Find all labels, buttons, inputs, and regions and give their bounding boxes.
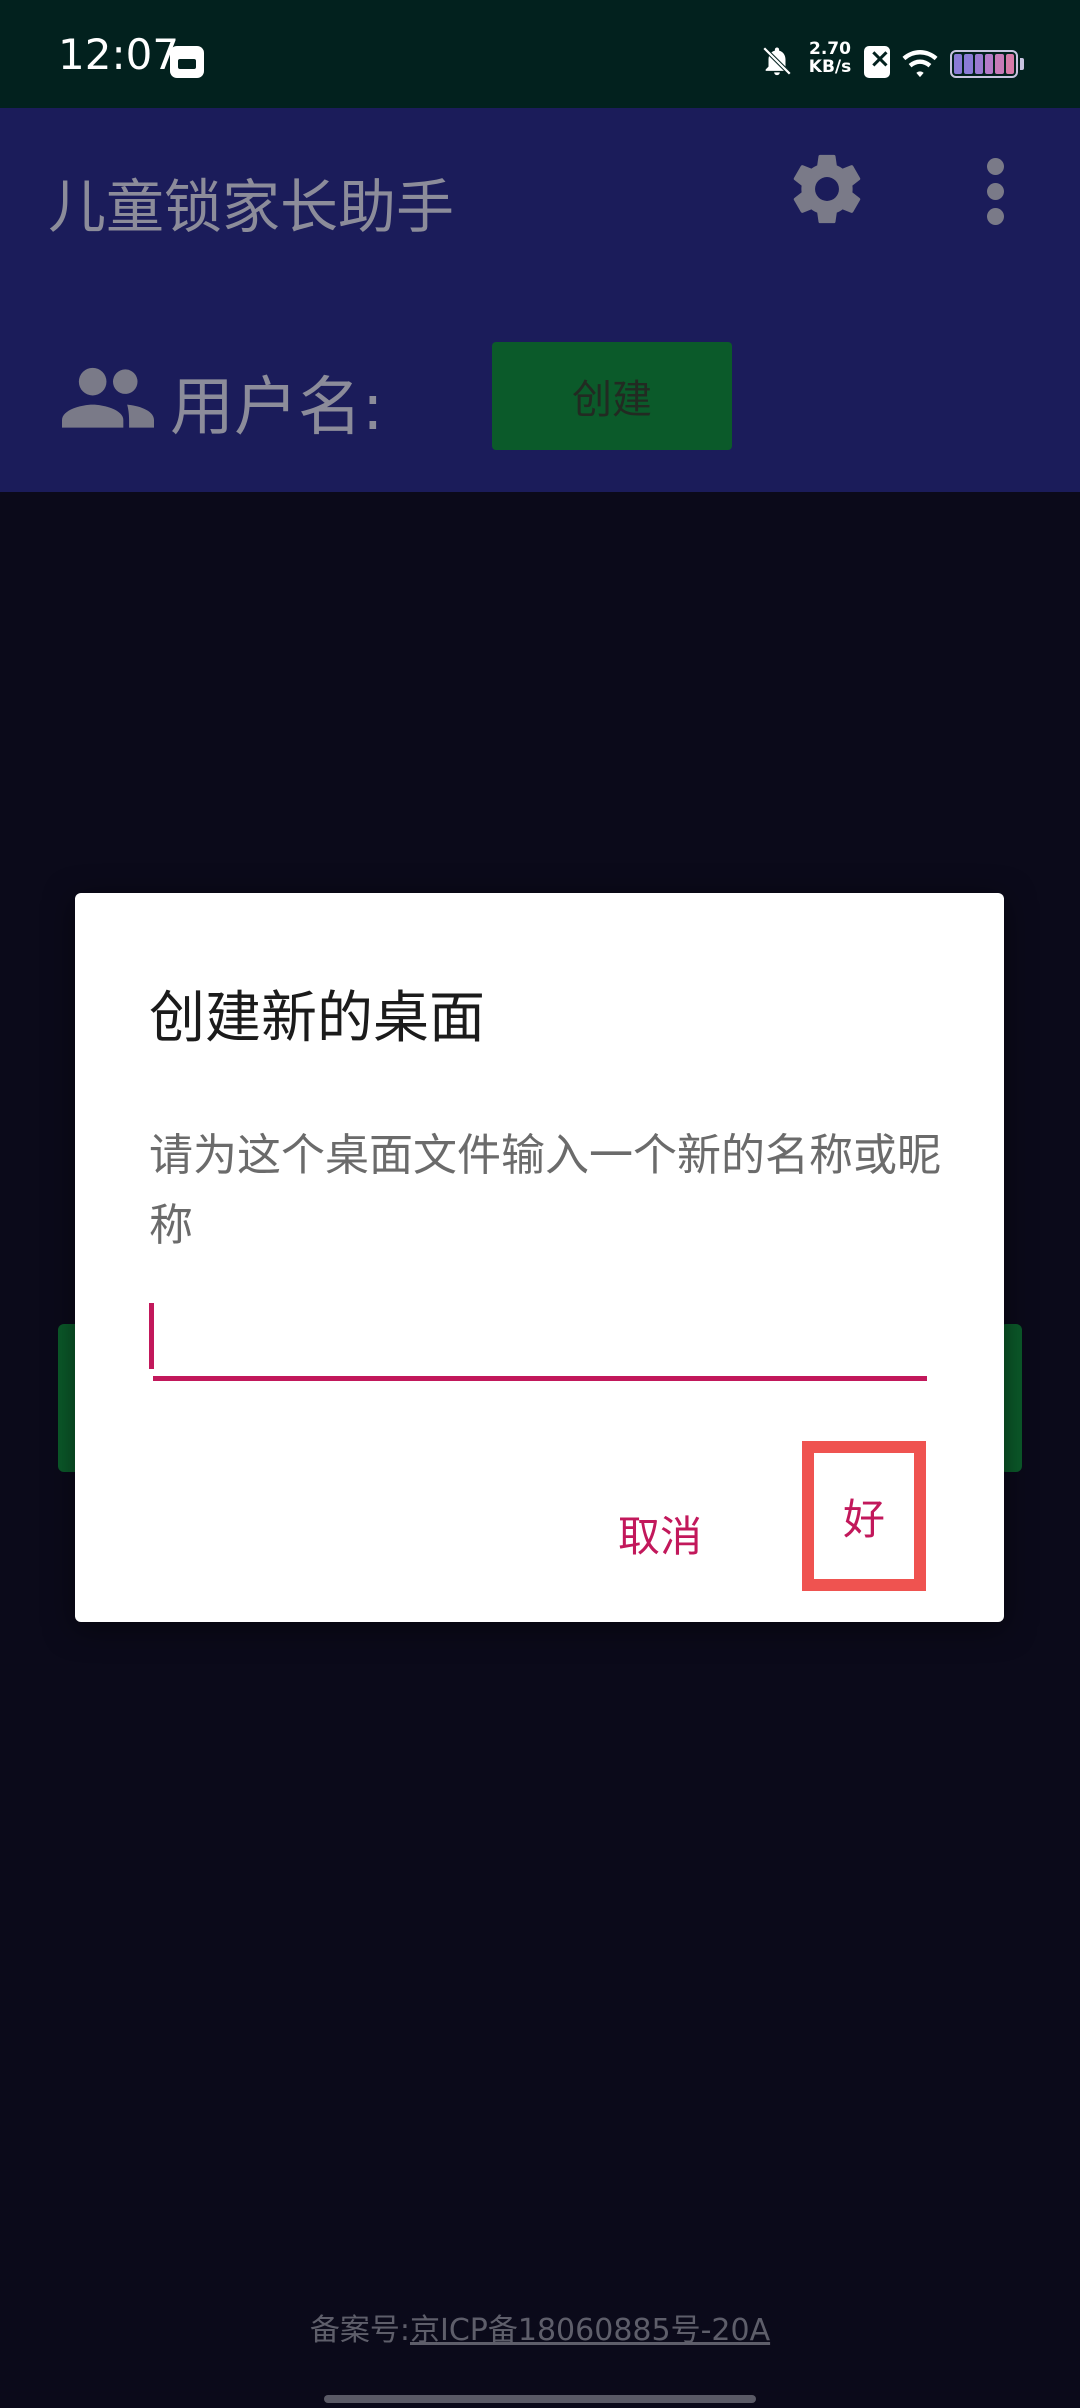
battery-icon — [950, 50, 1018, 78]
app-title: 儿童锁家长助手 — [48, 173, 455, 241]
network-speed-value: 2.70 — [809, 39, 851, 59]
settings-gear-icon[interactable] — [786, 148, 868, 230]
battery-segment — [1005, 54, 1014, 74]
network-speed: 2.70 KB/s — [800, 40, 860, 76]
app-bar: 儿童锁家长助手 用户名: 创建 — [0, 108, 1080, 492]
footer-record-number: 备案号:京ICP备18060885号-20A — [0, 2305, 1080, 2349]
overflow-dot — [986, 158, 1004, 175]
sim-icon — [864, 44, 891, 78]
users-icon — [62, 367, 154, 428]
create-desktop-dialog: 创建新的桌面 请为这个桌面文件输入一个新的名称或昵称 取消 好 — [75, 893, 1004, 1622]
ok-button[interactable]: 好 — [802, 1441, 926, 1591]
overflow-menu-icon[interactable] — [980, 158, 1010, 228]
battery-segment — [984, 54, 994, 74]
battery-segment — [964, 54, 973, 74]
battery-segment — [954, 54, 963, 74]
text-caret — [149, 1303, 154, 1369]
desktop-name-field[interactable] — [153, 1303, 927, 1383]
dialog-title: 创建新的桌面 — [149, 986, 485, 1051]
dialog-message: 请为这个桌面文件输入一个新的名称或昵称 — [149, 1130, 941, 1251]
desktop-name-input[interactable] — [153, 1303, 927, 1377]
wifi-icon — [902, 50, 938, 78]
overflow-dot — [986, 208, 1004, 225]
username-label: 用户名: — [170, 371, 384, 445]
footer-prefix: 备案号: — [309, 2313, 410, 2348]
icp-record-link[interactable]: 京ICP备18060885号-20A — [410, 2313, 770, 2348]
cancel-button[interactable]: 取消 — [595, 1493, 725, 1573]
battery-segment — [995, 54, 1004, 74]
input-underline — [153, 1376, 927, 1381]
overflow-dot — [986, 183, 1004, 200]
notification-app-icon — [170, 46, 204, 78]
status-time: 12:07 — [58, 30, 180, 79]
create-button[interactable]: 创建 — [492, 342, 732, 450]
network-speed-unit: KB/s — [808, 57, 852, 77]
battery-segment — [974, 54, 983, 74]
home-indicator[interactable] — [324, 2395, 756, 2403]
notifications-muted-icon — [762, 46, 792, 76]
status-bar: 12:07 2.70 KB/s — [0, 0, 1080, 108]
battery-tip — [1020, 58, 1024, 70]
